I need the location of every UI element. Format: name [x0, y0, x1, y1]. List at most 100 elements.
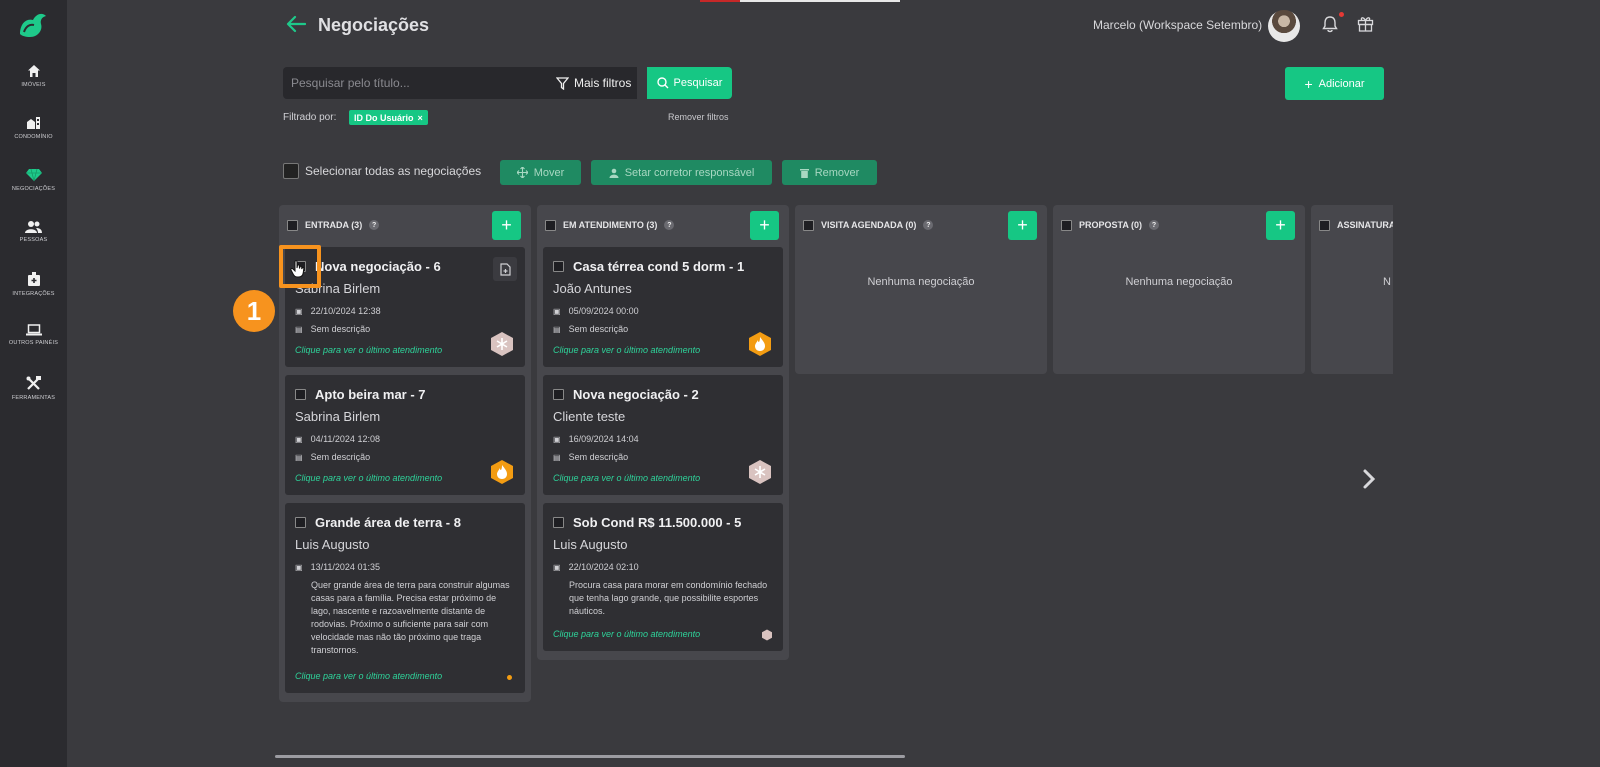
card-date: 04/11/2024 12:08 [310, 434, 380, 444]
calendar-icon: ▣ [553, 562, 561, 572]
sidebar-item-label: INTEGRAÇÕES [12, 291, 55, 297]
card-desc: Sem descrição [310, 452, 371, 462]
column-em-atendimento: EM ATENDIMENTO (3) ? + Casa térrea cond … [537, 205, 789, 660]
empty-column-text: Nenhuma negociação [867, 276, 975, 288]
close-icon[interactable]: × [418, 113, 423, 123]
comment-icon: ▤ [553, 452, 561, 462]
column-assinatura: ASSINATURA N [1311, 205, 1393, 374]
last-service-link[interactable]: Clique para ver o último atendimento [553, 473, 700, 483]
comment-icon: ▤ [295, 324, 303, 334]
sidebar-item-label: NEGOCIAÇÕES [11, 186, 56, 192]
tools-icon [26, 376, 41, 390]
column-count: (0) [905, 220, 917, 230]
column-proposta: PROPOSTA (0) ? + Nenhuma negociação [1053, 205, 1305, 374]
filter-icon [556, 76, 569, 90]
document-add-icon [499, 262, 511, 276]
building-icon [27, 117, 40, 129]
column-add-button[interactable]: + [1008, 211, 1037, 240]
card-checkbox[interactable] [553, 389, 564, 400]
search-button[interactable]: Pesquisar [647, 67, 732, 99]
empty-column-text: N [1383, 276, 1391, 288]
card-checkbox[interactable] [295, 389, 306, 400]
sidebar-item-ferramentas[interactable]: FERRAMENTAS [0, 376, 67, 401]
more-filters-label: Mais filtros [574, 76, 632, 90]
sidebar-item-integracoes[interactable]: INTEGRAÇÕES [0, 272, 67, 297]
column-checkbox[interactable] [1061, 219, 1072, 231]
sidebar-item-negociacoes[interactable]: NEGOCIAÇÕES [0, 168, 67, 192]
last-service-link[interactable]: Clique para ver o último atendimento [553, 345, 700, 355]
card-date-row: ▣ 13/11/2024 01:35 [295, 562, 380, 572]
last-service-link[interactable]: Clique para ver o último atendimento [295, 671, 442, 681]
help-icon[interactable]: ? [1149, 220, 1160, 230]
move-button[interactable]: Mover [500, 160, 581, 185]
add-button[interactable]: + Adicionar [1285, 67, 1384, 100]
gift-icon[interactable] [1357, 15, 1374, 32]
column-add-button[interactable]: + [1266, 211, 1295, 240]
column-checkbox[interactable] [287, 219, 298, 231]
logo-icon[interactable] [16, 10, 50, 40]
move-button-label: Mover [533, 166, 565, 179]
search-input[interactable] [291, 67, 531, 99]
select-all-checkbox[interactable] [283, 163, 299, 179]
last-service-link[interactable]: Clique para ver o último atendimento [553, 629, 700, 639]
help-icon[interactable]: ? [923, 220, 934, 230]
avatar[interactable] [1268, 10, 1300, 42]
more-filters-button[interactable]: Mais filtros [556, 67, 631, 99]
back-arrow-icon[interactable] [286, 15, 306, 33]
card-desc-row: ▤ Sem descrição [295, 452, 370, 462]
help-icon[interactable]: ? [369, 220, 380, 230]
deal-card[interactable]: Nova negociação - 6 Sabrina Birlem ▣ 22/… [285, 247, 525, 367]
top-strip [700, 0, 740, 2]
last-service-link[interactable]: Clique para ver o último atendimento [295, 345, 442, 355]
top-strip [740, 0, 900, 2]
card-title: Apto beira mar - 7 [315, 387, 426, 402]
fire-badge-icon [749, 332, 771, 356]
bell-icon[interactable] [1322, 15, 1338, 33]
user-name[interactable]: Marcelo (Workspace Setembro) [1093, 18, 1262, 32]
last-service-link[interactable]: Clique para ver o último atendimento [295, 473, 442, 483]
card-desc-row: ▤ Sem descrição [553, 452, 628, 462]
column-clip: ASSINATURA N [1311, 205, 1393, 374]
column-add-button[interactable]: + [492, 211, 521, 240]
deal-card[interactable]: Grande área de terra - 8 Luis Augusto ▣ … [285, 503, 525, 693]
filtered-by-label: Filtrado por: [283, 112, 337, 123]
card-date-row: ▣ 22/10/2024 12:38 [295, 306, 381, 316]
card-title: Nova negociação - 6 [315, 259, 441, 274]
deal-card[interactable]: Sob Cond R$ 11.500.000 - 5 Luis Augusto … [543, 503, 783, 651]
card-checkbox[interactable] [295, 517, 306, 528]
column-header: EM ATENDIMENTO (3) ? [545, 215, 675, 235]
sidebar-item-condominio[interactable]: CONDOMÍNIO [0, 116, 67, 140]
column-header: ASSINATURA [1319, 215, 1393, 235]
column-checkbox[interactable] [803, 219, 814, 231]
document-add-button[interactable] [493, 257, 517, 281]
sidebar-item-label: OUTROS PAINÉIS [8, 340, 59, 346]
set-broker-button[interactable]: Setar corretor responsável [591, 160, 772, 185]
column-checkbox[interactable] [545, 219, 556, 231]
remove-filters-link[interactable]: Remover filtros [668, 112, 729, 122]
column-add-button[interactable]: + [750, 211, 779, 240]
deal-card[interactable]: Apto beira mar - 7 Sabrina Birlem ▣ 04/1… [285, 375, 525, 495]
card-date: 05/09/2024 00:00 [568, 306, 639, 316]
calendar-icon: ▣ [553, 434, 561, 444]
sidebar-item-imoveis[interactable]: IMÓVEIS [0, 64, 67, 88]
filter-chip[interactable]: ID Do Usuário × [349, 110, 428, 125]
column-header: VISITA AGENDADA (0) ? [803, 215, 934, 235]
card-date: 22/10/2024 12:38 [310, 306, 381, 316]
horizontal-scrollbar[interactable] [275, 755, 905, 758]
column-header: ENTRADA (3) ? [287, 215, 380, 235]
notification-dot [1339, 12, 1344, 17]
card-checkbox[interactable] [553, 517, 564, 528]
hand-cursor-icon [290, 260, 305, 278]
column-checkbox[interactable] [1319, 219, 1330, 231]
sidebar-item-outros-paineis[interactable]: OUTROS PAINÉIS [0, 324, 67, 346]
help-icon[interactable]: ? [664, 220, 675, 230]
chevron-right-icon[interactable] [1362, 468, 1376, 490]
ice-badge-icon [491, 332, 513, 356]
remove-button[interactable]: Remover [782, 160, 877, 185]
deal-card[interactable]: Casa térrea cond 5 dorm - 1 João Antunes… [543, 247, 783, 367]
card-checkbox[interactable] [553, 261, 564, 272]
card-date-row: ▣ 04/11/2024 12:08 [295, 434, 380, 444]
deal-card[interactable]: Nova negociação - 2 Cliente teste ▣ 16/0… [543, 375, 783, 495]
calendar-icon: ▣ [295, 562, 303, 572]
sidebar-item-pessoas[interactable]: PESSOAS [0, 220, 67, 243]
